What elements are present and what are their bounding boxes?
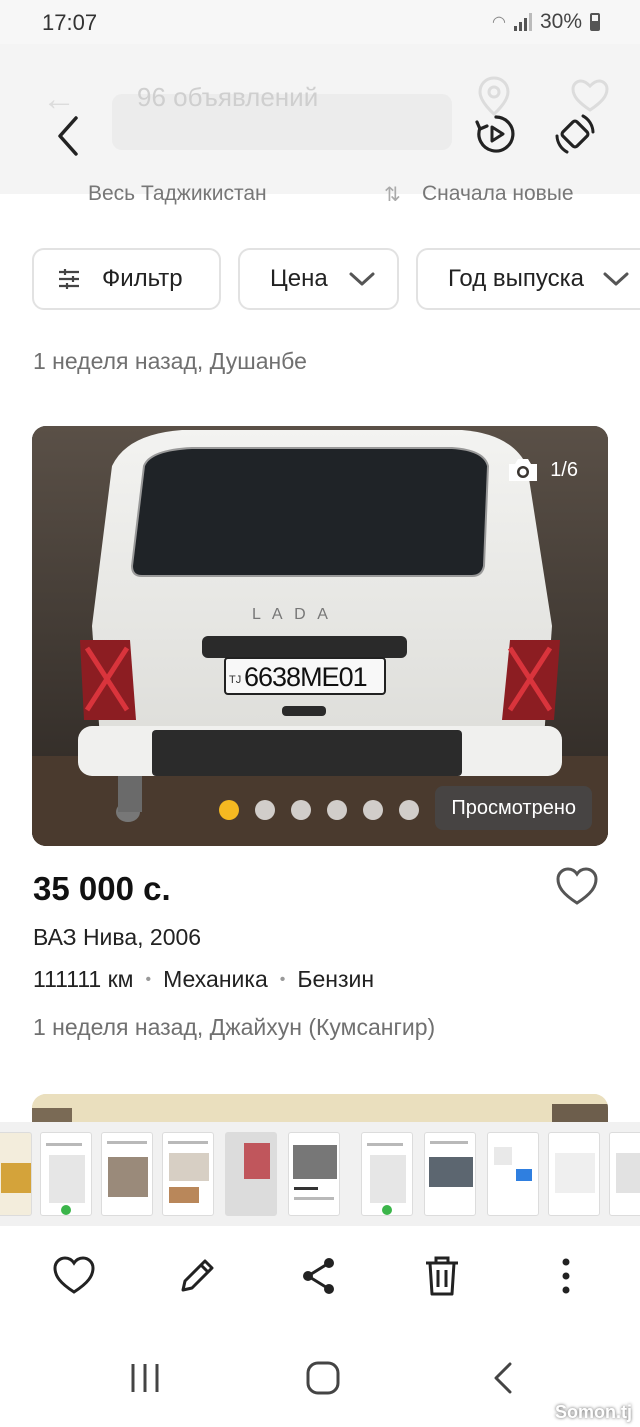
favorite-heart-icon[interactable] [555, 866, 599, 908]
sort-selector[interactable]: Сначала новые [422, 182, 574, 206]
photo-dot[interactable] [219, 800, 239, 820]
spec-separator: • [279, 970, 286, 988]
spec-separator: • [145, 970, 152, 988]
watermark: Somon.tj [555, 1402, 632, 1422]
share-icon[interactable] [295, 1252, 343, 1300]
listing-title[interactable]: ВАЗ Нива, 2006 [33, 924, 201, 951]
sliders-icon [59, 269, 79, 289]
photo-dot[interactable] [399, 800, 419, 820]
thumbnail[interactable] [487, 1132, 539, 1216]
search-placeholder: 96 объявлений [137, 82, 319, 112]
listing-price: 35 000 с. [33, 870, 171, 907]
region-selector[interactable]: Весь Таджикистан [88, 182, 267, 206]
back-icon[interactable] [484, 1358, 524, 1398]
bottom-action-bar [0, 1226, 640, 1326]
pencil-icon[interactable] [173, 1252, 221, 1300]
status-time: 17:07 [42, 10, 98, 35]
thumbnail[interactable] [0, 1132, 32, 1216]
thumbnail[interactable] [361, 1132, 413, 1216]
filter-label: Фильтр [102, 265, 183, 292]
spec-mileage: 111111 км [33, 966, 134, 992]
viewed-badge: Просмотрено [435, 786, 592, 830]
thumbnail[interactable] [162, 1132, 214, 1216]
screenshot-thumbnail-strip [0, 1122, 640, 1226]
thumbnail[interactable] [225, 1132, 277, 1216]
rotate-icon[interactable] [553, 112, 597, 156]
system-nav-bar: Somon.tj [0, 1326, 640, 1427]
video-play-icon[interactable] [474, 112, 518, 156]
photo-dots [219, 800, 419, 820]
car-badge: L A D A [252, 606, 332, 623]
thumbnail[interactable] [288, 1132, 340, 1216]
camera-icon [509, 459, 538, 481]
photo-dot[interactable] [363, 800, 383, 820]
location-sort-row: Весь Таджикистан Сначала новые ⇅ [0, 180, 640, 216]
chevron-down-icon [603, 272, 629, 286]
car-photo [32, 426, 608, 846]
heart-icon[interactable] [50, 1252, 98, 1300]
battery-icon [590, 13, 600, 31]
battery-percent: 30% [539, 10, 582, 33]
photo-dot[interactable] [255, 800, 275, 820]
filter-chip[interactable]: Фильтр [32, 248, 221, 310]
signal-icon [513, 13, 532, 31]
photo-counter: 1/6 [506, 456, 578, 484]
back-button[interactable] [50, 112, 86, 160]
spec-transmission: Механика [163, 966, 268, 992]
previous-listing-meta: 1 неделя назад, Душанбе [33, 348, 307, 374]
thumbnail[interactable] [101, 1132, 153, 1216]
spec-fuel: Бензин [297, 966, 375, 992]
listing-meta: 1 неделя назад, Джайхун (Кумсангир) [33, 1014, 436, 1040]
chevron-down-icon [349, 272, 375, 286]
plate-country: TJ [229, 674, 242, 686]
photo-counter-text: 1/6 [550, 458, 578, 481]
saved-search-icon [571, 79, 609, 112]
thumbnail[interactable] [40, 1132, 92, 1216]
year-chip[interactable]: Год выпуска [416, 248, 640, 310]
thumbnail[interactable] [548, 1132, 600, 1216]
thumbnail[interactable] [424, 1132, 476, 1216]
location-pin-icon [478, 76, 510, 116]
recent-apps-icon[interactable] [125, 1358, 165, 1398]
wifi-icon: ◠ [492, 14, 506, 31]
sort-arrows-icon: ⇅ [384, 184, 401, 206]
listing-photo[interactable]: L A D A TJ 6638МЕ01 1/6 Просмотрено [32, 426, 608, 846]
price-chip-label: Цена [270, 265, 328, 292]
photo-dot[interactable] [291, 800, 311, 820]
home-icon[interactable] [303, 1358, 343, 1398]
trash-icon[interactable] [418, 1252, 466, 1300]
license-plate: 6638МЕ01 [244, 662, 368, 692]
listing-specs: 111111 км • Механика • Бензин [33, 966, 374, 993]
photo-dot[interactable] [327, 800, 347, 820]
background-header: ← 96 объявлений [0, 44, 640, 194]
price-chip[interactable]: Цена [238, 248, 399, 310]
status-bar: 17:07 ◠ 30% [0, 0, 640, 44]
thumbnail[interactable] [609, 1132, 640, 1216]
year-chip-label: Год выпуска [448, 265, 584, 292]
more-vertical-icon[interactable] [542, 1252, 590, 1300]
